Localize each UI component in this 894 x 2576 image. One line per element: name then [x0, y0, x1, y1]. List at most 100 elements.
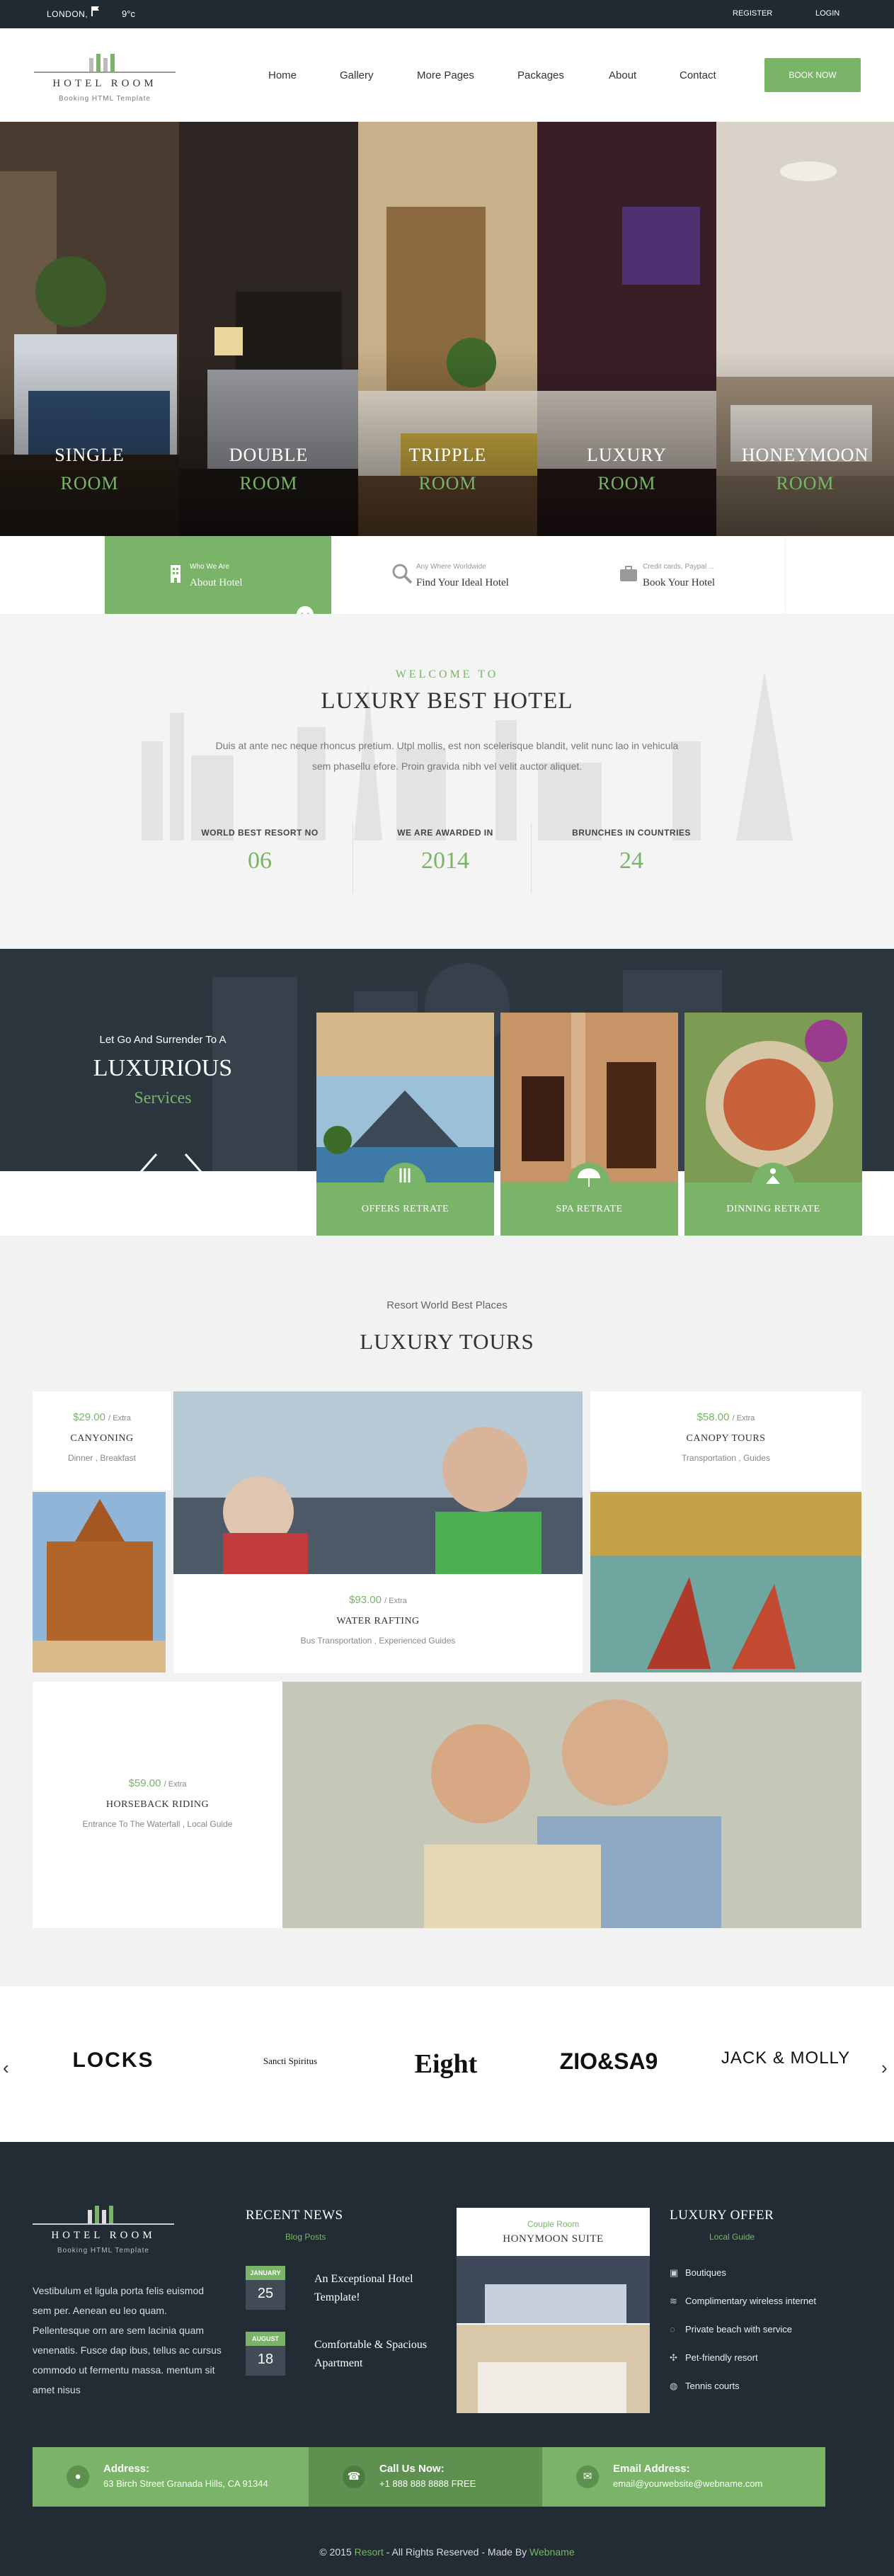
- room-card-luxury[interactable]: LUXURY ROOM: [537, 122, 716, 536]
- recent-news-title: RECENT NEWS: [246, 2208, 343, 2223]
- top-bar: LONDON, 9°c REGISTER LOGIN: [0, 0, 894, 28]
- register-link[interactable]: REGISTER: [733, 9, 772, 18]
- briefcase-icon: [620, 566, 637, 581]
- tab-title: Find Your Ideal Hotel: [416, 577, 509, 588]
- luxury-offer-title: LUXURY OFFER: [670, 2208, 774, 2223]
- temperature: 9°c: [122, 8, 135, 19]
- header: HOTEL ROOM Booking HTML Template Home Ga…: [0, 28, 894, 122]
- news-date: AUGUST 18: [246, 2332, 285, 2376]
- tour-name: HORSEBACK RIDING: [105, 1799, 210, 1810]
- contact-bar: ● Address: 63 Birch Street Granada Hills…: [33, 2447, 825, 2507]
- next-arrow-icon[interactable]: [183, 1153, 204, 1191]
- hotel-logo-icon: [88, 2206, 113, 2224]
- room-card-single[interactable]: SINGLE ROOM: [0, 122, 179, 536]
- offer-item: ✣ Pet-friendly resort: [670, 2352, 758, 2363]
- copyright-author-link[interactable]: Webname: [529, 2546, 575, 2558]
- news-date: JANUARY 25: [246, 2266, 285, 2310]
- welcome-title: LUXURY BEST HOTEL: [321, 688, 573, 714]
- contact-phone[interactable]: ☎ Call Us Now: +1 888 888 8888 FREE: [309, 2447, 542, 2507]
- room-card-double[interactable]: DOUBLE ROOM: [179, 122, 358, 536]
- offer-item: ◌ Private beach with service: [670, 2324, 793, 2335]
- beach-icon: ◌: [670, 2324, 675, 2335]
- room-subtitle: ROOM: [60, 473, 119, 494]
- service-card-offers[interactable]: OFFERS RETRATE: [316, 1013, 494, 1238]
- shopping-bag-icon: ▣: [670, 2267, 679, 2278]
- contact-email[interactable]: ✉ Email Address: email@yourwebsite@webna…: [542, 2447, 825, 2507]
- paw-icon: ✣: [670, 2352, 677, 2363]
- suite-kicker: Couple Room: [527, 2219, 580, 2229]
- brand-logo: LOCKS: [72, 2048, 154, 2072]
- login-link[interactable]: LOGIN: [815, 9, 839, 18]
- tour-card-water-rafting[interactable]: $93.00 / Extra WATER RAFTING Bus Transpo…: [173, 1574, 583, 1673]
- room-subtitle: ROOM: [597, 473, 656, 494]
- brands-next-icon[interactable]: ›: [881, 2057, 888, 2079]
- news-title: An Exceptional Hotel Template!: [314, 2273, 413, 2303]
- search-icon: [392, 564, 413, 584]
- service-card-spa[interactable]: SPA RETRATE: [500, 1013, 678, 1238]
- tour-price: $29.00 / Extra: [73, 1411, 131, 1423]
- couple-photo: [282, 1682, 861, 1928]
- meditation-icon: [766, 1168, 780, 1184]
- services-title: LUXURIOUS: [93, 1055, 233, 1081]
- nav-gallery[interactable]: Gallery: [340, 69, 374, 81]
- stat-label: BRUNCHES IN COUNTRIES: [572, 828, 691, 838]
- stat-label: WE ARE AWARDED IN: [397, 828, 493, 838]
- suite-photo: [457, 2256, 650, 2413]
- tab-title: About Hotel: [190, 577, 243, 588]
- services-section: Let Go And Surrender To A LUXURIOUS Serv…: [0, 949, 894, 1238]
- offer-item: ▣ Boutiques: [670, 2267, 726, 2278]
- book-now-button[interactable]: BOOK NOW: [764, 58, 861, 92]
- tour-name: CANYONING: [70, 1433, 134, 1444]
- dinning-photo: [684, 1013, 862, 1182]
- footer-about-text: Vestibulum et ligula porta felis euismod…: [33, 2285, 222, 2395]
- nav-about[interactable]: About: [609, 69, 636, 81]
- brand-tagline: Booking HTML Template: [59, 95, 151, 103]
- room-card-honeymoon[interactable]: HONEYMOON ROOM: [716, 122, 894, 536]
- news-title: Comfortable & Spacious Apartment: [314, 2339, 428, 2369]
- tour-card-canyoning[interactable]: $29.00 / Extra CANYONING Dinner , Breakf…: [33, 1391, 171, 1491]
- tab-find-hotel[interactable]: Any Where Worldwide Find Your Ideal Hote…: [331, 536, 558, 614]
- resort-icon: [399, 1168, 411, 1182]
- tab-kicker: Who We Are: [190, 563, 229, 571]
- stat-item: WE ARE AWARDED IN 2014: [374, 828, 516, 874]
- service-card-dinning[interactable]: DINNING RETRATE: [684, 1013, 862, 1238]
- brands-prev-icon[interactable]: ‹: [3, 2057, 9, 2079]
- nav-more-pages[interactable]: More Pages: [417, 69, 474, 81]
- prev-arrow-icon[interactable]: [138, 1153, 159, 1191]
- room-subtitle: ROOM: [239, 473, 298, 494]
- room-title: LUXURY: [587, 445, 667, 465]
- tab-book-hotel[interactable]: Credit cards, Paypal ... Book Your Hotel: [558, 536, 784, 614]
- copyright-brand-link[interactable]: Resort: [355, 2546, 384, 2558]
- honeymoon-suite-card[interactable]: Couple Room HONYMOON SUITE: [457, 2208, 650, 2413]
- brands-carousel: ‹ LOCKS Sancti Spiritus Eight ZIO&SA9 JA…: [0, 1986, 894, 2142]
- room-title: SINGLE: [55, 445, 125, 465]
- logo[interactable]: HOTEL ROOM Booking HTML Template: [34, 54, 176, 110]
- news-item[interactable]: JANUARY 25 An Exceptional Hotel Template!: [246, 2266, 430, 2310]
- nav-packages[interactable]: Packages: [517, 69, 564, 81]
- nav-home[interactable]: Home: [268, 69, 297, 81]
- tab-about-hotel[interactable]: Who We Are About Hotel: [105, 536, 331, 623]
- stat-value: 2014: [421, 848, 469, 874]
- room-subtitle: ROOM: [776, 473, 835, 494]
- news-item[interactable]: AUGUST 18 Comfortable & Spacious Apartmen…: [246, 2332, 430, 2376]
- wifi-icon: ≋: [670, 2296, 677, 2306]
- stat-value: 06: [248, 848, 272, 874]
- boats-photo: [590, 1492, 861, 1672]
- room-card-tripple[interactable]: TRIPPLE ROOM: [358, 122, 537, 536]
- brand-logo: Eight: [414, 2049, 478, 2079]
- recent-news-subtitle: Blog Posts: [285, 2232, 326, 2242]
- spa-photo: [500, 1013, 678, 1182]
- nav-contact[interactable]: Contact: [680, 69, 716, 81]
- service-label: SPA RETRATE: [556, 1204, 623, 1214]
- footer-logo[interactable]: HOTEL ROOM Booking HTML Template: [33, 2206, 174, 2262]
- tour-card-canopy[interactable]: $58.00 / Extra CANOPY TOURS Transportati…: [590, 1391, 861, 1491]
- room-title: DOUBLE: [229, 445, 309, 465]
- tour-card-horseback[interactable]: $59.00 / Extra HORSEBACK RIDING Entrance…: [33, 1682, 282, 1928]
- tab-kicker: Any Where Worldwide: [416, 563, 486, 571]
- offer-item: ◍ Tennis courts: [670, 2381, 740, 2391]
- tour-price: $59.00 / Extra: [128, 1777, 187, 1789]
- location-label: LONDON,: [47, 9, 88, 19]
- room-title: HONEYMOON: [741, 445, 869, 465]
- tab-title: Book Your Hotel: [643, 577, 716, 588]
- tours-section: Resort World Best Places LUXURY TOURS $2…: [0, 1236, 894, 1986]
